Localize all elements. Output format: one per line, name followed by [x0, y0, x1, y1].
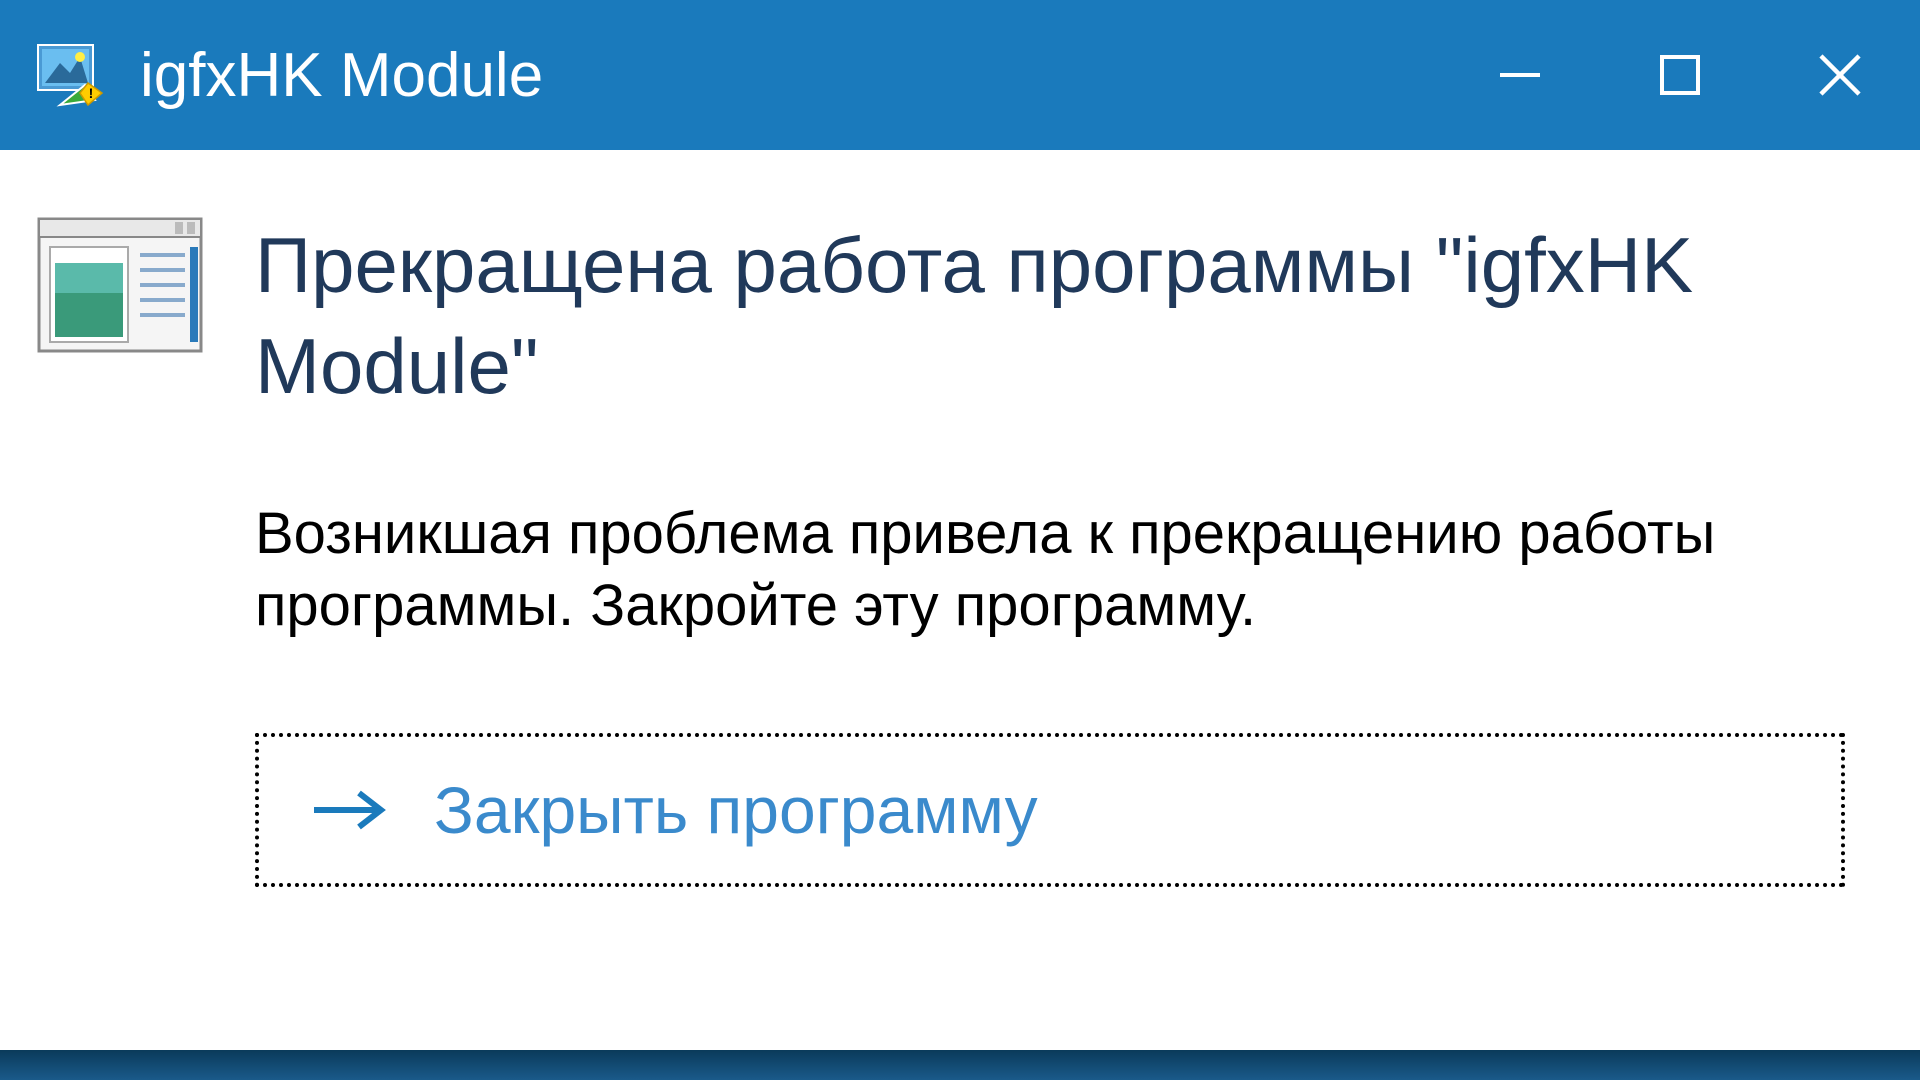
- error-heading: Прекращена работа программы "igfxHK Modu…: [255, 215, 1855, 418]
- titlebar: ! igfxHK Module: [0, 0, 1920, 150]
- dialog-content: Прекращена работа программы "igfxHK Modu…: [0, 150, 1920, 927]
- app-titlebar-icon: !: [30, 35, 110, 115]
- error-description: Возникшая проблема привела к прекращению…: [255, 498, 1855, 643]
- content-body: Прекращена работа программы "igfxHK Modu…: [255, 215, 1885, 887]
- window-controls: [1490, 45, 1870, 105]
- program-icon: [35, 215, 205, 355]
- maximize-button[interactable]: [1650, 45, 1710, 105]
- close-button[interactable]: [1810, 45, 1870, 105]
- svg-text:!: !: [89, 85, 94, 101]
- window-title: igfxHK Module: [140, 40, 1490, 111]
- bottom-edge: [0, 1050, 1920, 1080]
- arrow-right-icon: [309, 785, 389, 835]
- close-program-label: Закрыть программу: [434, 772, 1038, 848]
- minimize-button[interactable]: [1490, 45, 1550, 105]
- close-program-button[interactable]: Закрыть программу: [255, 733, 1845, 887]
